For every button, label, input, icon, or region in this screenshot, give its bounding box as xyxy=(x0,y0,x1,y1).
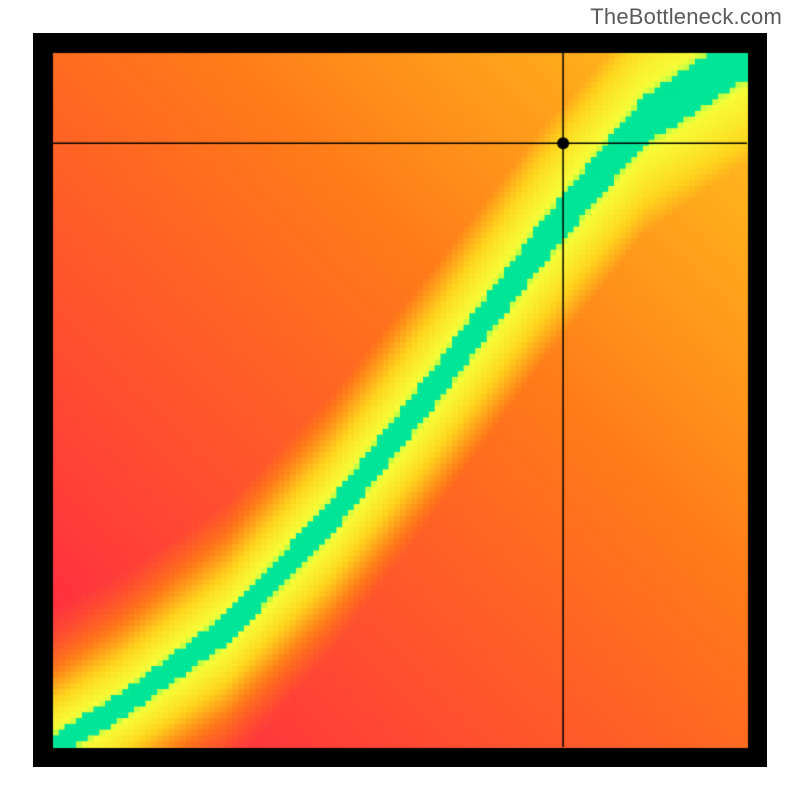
watermark-text: TheBottleneck.com xyxy=(590,4,782,30)
heatmap-canvas xyxy=(33,33,767,767)
heatmap-chart xyxy=(33,33,767,767)
